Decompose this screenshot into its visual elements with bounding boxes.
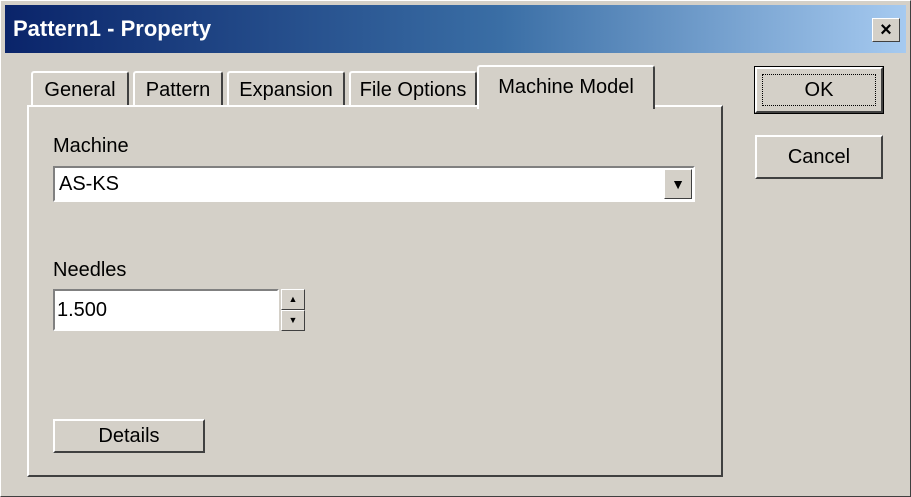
ok-button[interactable]: OK: [754, 66, 884, 114]
tab-machine-model[interactable]: Machine Model: [477, 65, 655, 109]
title-bar[interactable]: Pattern1 - Property ×: [5, 5, 906, 53]
close-icon[interactable]: ×: [872, 18, 900, 42]
window-title: Pattern1 - Property: [13, 16, 212, 41]
tab-pattern[interactable]: Pattern: [133, 71, 223, 105]
focus-rectangle: [762, 74, 876, 106]
tab-general[interactable]: General: [31, 71, 129, 105]
cancel-button[interactable]: Cancel: [755, 135, 883, 179]
tab-panel-machine-model: [27, 105, 723, 477]
property-dialog: Pattern1 - Property × General Pattern Ex…: [0, 0, 911, 497]
tab-expansion[interactable]: Expansion: [227, 71, 345, 105]
tab-file-options[interactable]: File Options: [349, 71, 477, 105]
